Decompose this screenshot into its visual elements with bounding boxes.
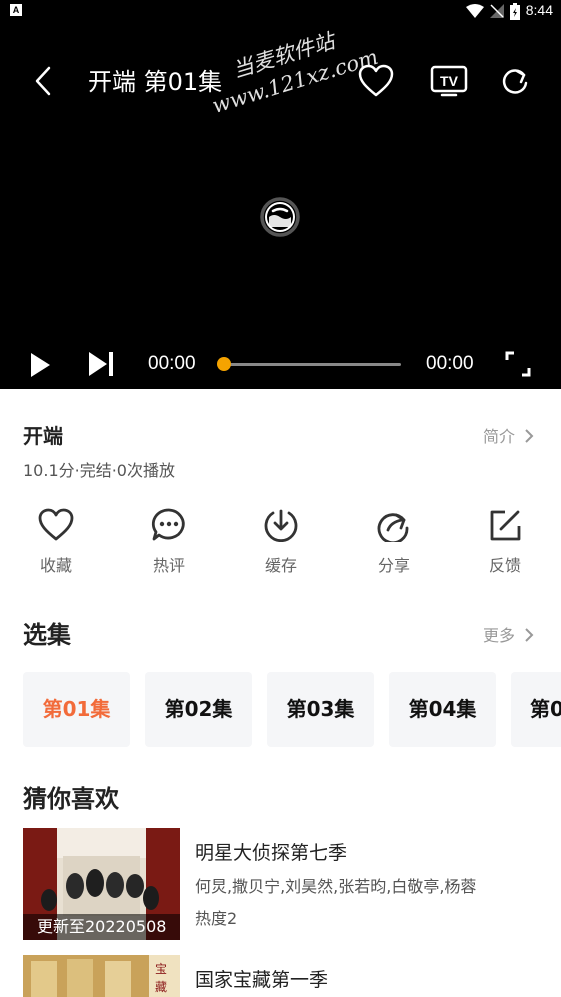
notification-icon: A bbox=[10, 4, 22, 16]
recommend-poster-1[interactable]: 更新至20220508 bbox=[23, 828, 180, 940]
episode-button-02[interactable]: 第02集 bbox=[145, 672, 252, 747]
share-icon bbox=[377, 513, 409, 545]
share-player-icon[interactable] bbox=[500, 66, 530, 96]
favorite-heart-icon[interactable] bbox=[358, 64, 394, 98]
poster-seal: 宝 bbox=[155, 962, 167, 976]
current-time: 00:00 bbox=[148, 353, 196, 374]
action-comments[interactable]: 热评 bbox=[134, 508, 204, 576]
episode-button-05[interactable]: 第05集 bbox=[511, 672, 561, 747]
recommend-item-heat-1: 热度2 bbox=[195, 909, 238, 928]
next-episode-icon[interactable] bbox=[88, 351, 116, 377]
download-icon bbox=[264, 509, 298, 543]
wifi-icon bbox=[466, 4, 484, 18]
episode-button-04[interactable]: 第04集 bbox=[389, 672, 496, 747]
progress-track[interactable] bbox=[224, 363, 401, 366]
recommend-title: 猜你喜欢 bbox=[23, 785, 119, 813]
episodes-more-label: 更多 bbox=[483, 626, 516, 645]
fullscreen-icon[interactable] bbox=[505, 351, 531, 377]
action-share-label: 分享 bbox=[377, 556, 410, 575]
action-share[interactable]: 分享 bbox=[359, 508, 429, 576]
recommend-poster-2[interactable]: 宝 藏 bbox=[23, 955, 180, 997]
status-time: 8:44 bbox=[525, 2, 553, 18]
status-bar: A 8:44 bbox=[0, 0, 561, 24]
poster-seal: 藏 bbox=[155, 980, 167, 994]
action-download-label: 缓存 bbox=[264, 556, 297, 575]
tv-cast-icon[interactable]: TV bbox=[430, 65, 468, 97]
poster-badge: 更新至20220508 bbox=[37, 917, 167, 936]
watermark: 当麦软件站 www.121xz.com bbox=[201, 16, 382, 120]
chevron-right-icon bbox=[525, 429, 534, 443]
feedback-icon bbox=[490, 510, 521, 541]
action-download[interactable]: 缓存 bbox=[246, 508, 316, 576]
tv-label: TV bbox=[440, 73, 459, 89]
episode-button-01[interactable]: 第01集 bbox=[23, 672, 130, 747]
recommend-item-title-2[interactable]: 国家宝藏第一季 bbox=[195, 965, 328, 992]
progress-thumb[interactable] bbox=[217, 357, 231, 371]
comment-icon bbox=[151, 508, 185, 541]
episode-button-03[interactable]: 第03集 bbox=[267, 672, 374, 747]
action-favorite[interactable]: 收藏 bbox=[21, 508, 91, 576]
loading-spinner-icon bbox=[260, 197, 300, 237]
duration-time: 00:00 bbox=[426, 353, 474, 374]
episodes-more-link[interactable]: 更多 bbox=[483, 622, 534, 646]
action-feedback-label: 反馈 bbox=[488, 556, 521, 575]
action-comments-label: 热评 bbox=[152, 556, 185, 575]
back-icon[interactable] bbox=[34, 66, 52, 96]
show-meta: 10.1分·完结·0次播放 bbox=[23, 461, 175, 480]
recommend-item-title-1[interactable]: 明星大侦探第七季 bbox=[195, 838, 347, 865]
show-title: 开端 bbox=[23, 424, 63, 448]
signal-icon bbox=[490, 4, 504, 18]
battery-icon bbox=[510, 3, 520, 20]
intro-label: 简介 bbox=[483, 427, 516, 446]
play-icon[interactable] bbox=[29, 352, 51, 378]
intro-link[interactable]: 简介 bbox=[483, 423, 534, 447]
recommend-item-cast-1: 何炅,撒贝宁,刘昊然,张若昀,白敬亭,杨蓉 bbox=[195, 877, 477, 896]
video-player[interactable]: A 8:44 开端 第01集 当麦软件站 www.121xz.com TV 00… bbox=[0, 0, 561, 389]
action-favorite-label: 收藏 bbox=[39, 556, 72, 575]
heart-icon bbox=[38, 508, 74, 541]
poster-image: 宝 藏 bbox=[23, 955, 180, 997]
chevron-right-icon bbox=[525, 628, 534, 642]
action-feedback[interactable]: 反馈 bbox=[470, 508, 540, 576]
episodes-title: 选集 bbox=[23, 621, 71, 649]
